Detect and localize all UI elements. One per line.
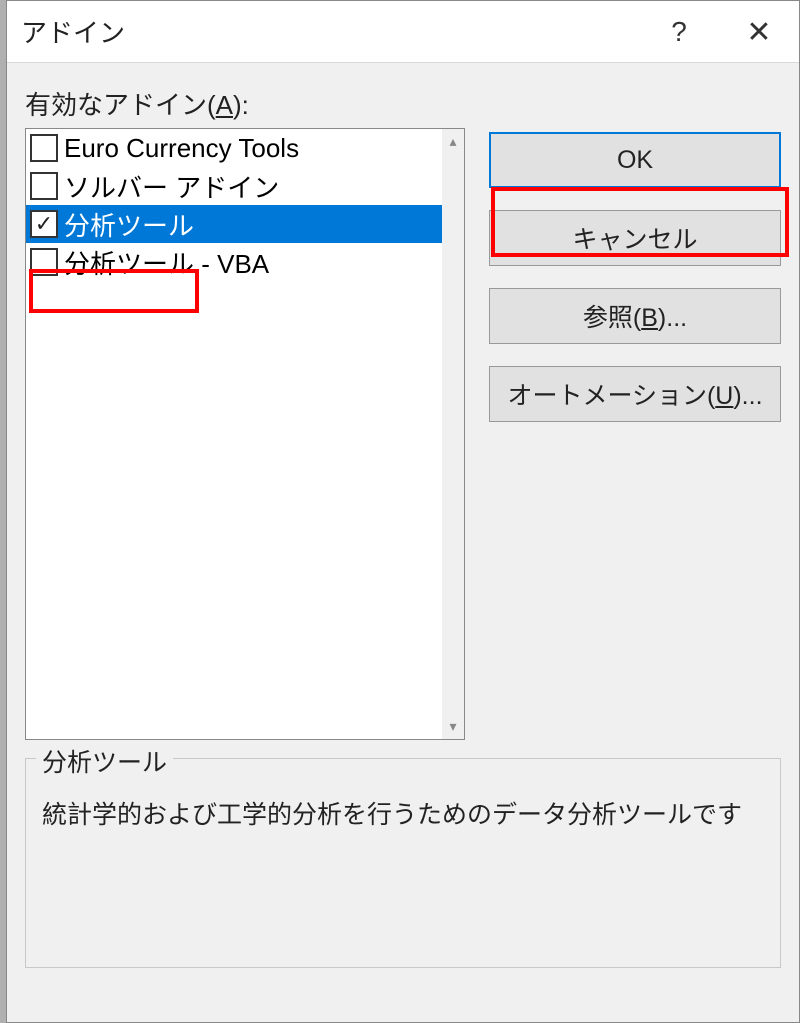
list-item-label: 分析ツール - VBA bbox=[64, 244, 269, 281]
automation-button[interactable]: オートメーション(U)... bbox=[489, 366, 781, 422]
list-item[interactable]: 分析ツール bbox=[26, 205, 442, 243]
addins-listbox[interactable]: Euro Currency Tools ソルバー アドイン分析ツール分析ツール -… bbox=[25, 128, 465, 740]
list-item[interactable]: 分析ツール - VBA bbox=[26, 243, 442, 281]
list-item[interactable]: ソルバー アドイン bbox=[26, 167, 442, 205]
description-groupbox: 分析ツール 統計学的および工学的分析を行うためのデータ分析ツールです bbox=[25, 758, 781, 968]
close-icon: ✕ bbox=[746, 15, 771, 50]
ok-button[interactable]: OK bbox=[489, 132, 781, 188]
dialog-title: アドイン bbox=[21, 13, 125, 50]
list-item-label: ソルバー アドイン bbox=[64, 168, 279, 205]
cancel-button[interactable]: キャンセル bbox=[489, 210, 781, 266]
addins-list-inner: Euro Currency Tools ソルバー アドイン分析ツール分析ツール -… bbox=[26, 129, 442, 739]
list-item[interactable]: Euro Currency Tools bbox=[26, 129, 442, 167]
scroll-down-icon: ▾ bbox=[449, 718, 456, 735]
dialog-body: 有効なアドイン(A): Euro Currency Tools ソルバー アドイン… bbox=[7, 63, 799, 968]
addins-dialog: アドイン ? ✕ 有効なアドイン(A): Euro Currency Tools… bbox=[6, 0, 800, 1023]
titlebar-controls: ? ✕ bbox=[639, 1, 799, 63]
checkbox[interactable] bbox=[30, 210, 58, 238]
help-button[interactable]: ? bbox=[639, 1, 719, 63]
description-text: 統計学的および工学的分析を行うためのデータ分析ツールです bbox=[42, 797, 764, 835]
addins-list-label: 有効なアドイン(A): bbox=[25, 85, 781, 122]
list-item-label: 分析ツール bbox=[64, 206, 194, 243]
button-column: OK キャンセル 参照(B)... オートメーション(U)... bbox=[489, 128, 781, 740]
help-icon: ? bbox=[671, 16, 687, 48]
content-row: Euro Currency Tools ソルバー アドイン分析ツール分析ツール -… bbox=[25, 128, 781, 740]
scrollbar[interactable]: ▴ ▾ bbox=[442, 129, 464, 739]
description-title: 分析ツール bbox=[42, 749, 167, 777]
scroll-up-icon: ▴ bbox=[449, 133, 456, 150]
checkbox[interactable] bbox=[30, 248, 58, 276]
checkbox[interactable] bbox=[30, 172, 58, 200]
list-item-label: Euro Currency Tools bbox=[64, 133, 299, 164]
browse-button[interactable]: 参照(B)... bbox=[489, 288, 781, 344]
titlebar: アドイン ? ✕ bbox=[7, 1, 799, 63]
close-button[interactable]: ✕ bbox=[719, 1, 799, 63]
checkbox[interactable] bbox=[30, 134, 58, 162]
description-title-wrap: 分析ツール bbox=[36, 743, 173, 779]
